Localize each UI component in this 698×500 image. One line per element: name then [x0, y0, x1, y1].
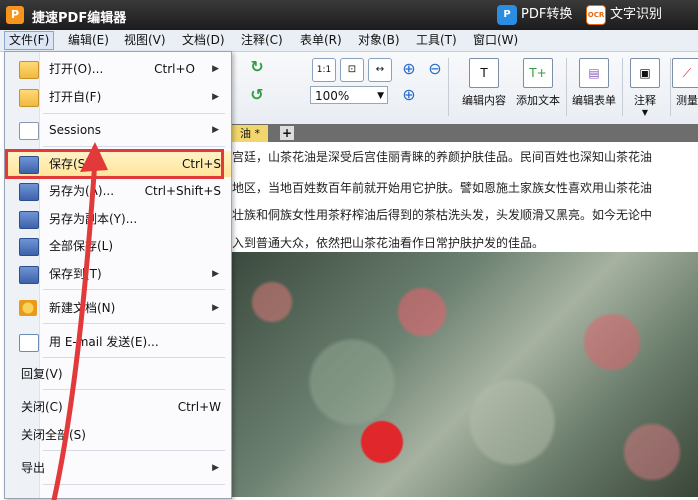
document-text-line: 壮族和侗族女性用茶籽榨油后得到的茶枯洗头发，头发顺滑又黑亮。如今无论中 [232, 208, 653, 222]
document-text-line: 入到普通大众，依然把山茶花油看作日常护肤护发的佳品。 [232, 236, 545, 250]
measure-icon: ⟋ [672, 58, 698, 88]
folder-icon [19, 89, 39, 107]
add-text-button[interactable]: T+ 添加文本 [510, 58, 566, 118]
toolbar-separator [448, 58, 449, 116]
pdf-convert-label: PDF转换 [521, 7, 573, 22]
submenu-arrow-icon: ▶ [212, 92, 219, 102]
menu-edit[interactable]: 编辑(E) [64, 32, 113, 49]
menu-item-label: 打开自(F) [49, 90, 102, 104]
add-text-label: 添加文本 [516, 94, 560, 107]
menu-item-shortcut: Ctrl+W [177, 400, 221, 414]
rotate-cw-icon[interactable]: ↻ [246, 56, 268, 78]
document-tab-bar: 油 * + [232, 124, 698, 142]
edit-form-button[interactable]: ▤ 编辑表单 [566, 58, 622, 118]
ocr-icon: OCR [586, 5, 606, 25]
annotate-button[interactable]: ▣ 注释 ▼ [624, 58, 666, 118]
submenu-arrow-icon: ▶ [212, 125, 219, 135]
fit-width-icon[interactable]: ↔ [368, 58, 392, 82]
ocr-button[interactable]: OCR 文字识别 [586, 5, 662, 25]
measure-label: 测量 [676, 94, 698, 107]
folder-open-icon [19, 61, 39, 79]
edit-form-label: 编辑表单 [572, 94, 616, 107]
pdf-convert-icon: P [497, 5, 517, 25]
annotate-label: 注释 [634, 94, 656, 107]
chevron-down-icon: ▼ [641, 108, 649, 117]
zoom-in-icon[interactable]: ⊕ [398, 58, 420, 80]
document-page: 宫廷，山茶花油是深受后宫佳丽青睐的养颜护肤佳品。民间百姓也深知山茶花油 地区，当… [232, 142, 698, 497]
document-text-line: 地区，当地百姓数百年前就开始用它护肤。譬如恩施土家族女性喜欢用山茶花油 [232, 181, 653, 195]
menu-file[interactable]: 文件(F) [4, 31, 55, 50]
fit-page-icon[interactable]: ⊡ [340, 58, 364, 82]
zoom-plus-icon[interactable]: ⊕ [398, 84, 420, 106]
submenu-arrow-icon: ▶ [212, 269, 219, 279]
menu-item-shortcut: Ctrl+O [154, 62, 195, 76]
window-title: 捷速PDF编辑器 [32, 11, 127, 26]
menu-item-shortcut: Ctrl+Shift+S [144, 184, 221, 198]
add-text-icon: T+ [523, 58, 553, 88]
menu-document[interactable]: 文档(D) [178, 32, 229, 49]
toolbar-separator [670, 58, 671, 116]
save-to-icon [19, 266, 39, 284]
menu-tools[interactable]: 工具(T) [412, 32, 461, 49]
chevron-down-icon: ▼ [377, 91, 384, 101]
zoom-select[interactable]: 100% ▼ [310, 86, 388, 104]
app-logo-icon: P [6, 6, 24, 24]
edit-content-button[interactable]: T 编辑内容 [456, 58, 512, 118]
menu-form[interactable]: 表单(R) [296, 32, 346, 49]
edit-form-icon: ▤ [579, 58, 609, 88]
menu-comment[interactable]: 注释(C) [237, 32, 287, 49]
menu-object[interactable]: 对象(B) [354, 32, 404, 49]
title-bar: P 捷速PDF编辑器 P PDF转换 OCR 文字识别 [0, 0, 698, 30]
submenu-arrow-icon: ▶ [212, 463, 219, 473]
toolbar-separator [622, 58, 623, 116]
document-text-line: 宫廷，山茶花油是深受后宫佳丽青睐的养颜护肤佳品。民间百姓也深知山茶花油 [232, 150, 653, 164]
edit-content-label: 编辑内容 [462, 94, 506, 107]
menu-separator [43, 113, 225, 114]
menu-item-label: 打开(O)... [49, 62, 104, 76]
menu-bar: 文件(F) 编辑(E) 视图(V) 文档(D) 注释(C) 表单(R) 对象(B… [0, 30, 698, 52]
document-tab[interactable]: 油 * [232, 125, 268, 142]
toolbar: ↻ ↺ 1:1 ⊡ ↔ 100% ▼ ⊕ ⊖ ⊕ T 编辑内容 T+ 添加文本 ▤… [232, 52, 698, 125]
save-all-icon [19, 238, 39, 256]
red-arrow-annotation [51, 142, 108, 500]
menu-item-open-from[interactable]: 打开自(F) ▶ [5, 84, 231, 110]
annotate-icon: ▣ [630, 58, 660, 88]
actual-size-icon[interactable]: 1:1 [312, 58, 336, 82]
email-icon [19, 334, 39, 352]
zoom-out-icon[interactable]: ⊖ [424, 58, 446, 80]
measure-button[interactable]: ⟋ 测量 [672, 58, 698, 118]
menu-view[interactable]: 视图(V) [120, 32, 170, 49]
ocr-label: 文字识别 [610, 7, 663, 22]
menu-item-open[interactable]: 打开(O)... Ctrl+O ▶ [5, 56, 231, 82]
submenu-arrow-icon: ▶ [212, 64, 219, 74]
new-tab-button[interactable]: + [280, 126, 294, 140]
menu-window[interactable]: 窗口(W) [469, 32, 522, 49]
save-as-icon [19, 183, 39, 201]
new-document-icon [19, 300, 37, 316]
zoom-value: 100% [315, 89, 350, 103]
save-copy-icon [19, 211, 39, 229]
rotate-ccw-icon[interactable]: ↺ [246, 84, 268, 106]
submenu-arrow-icon: ▶ [212, 303, 219, 313]
edit-content-icon: T [469, 58, 499, 88]
camellia-photo [232, 252, 698, 497]
pdf-convert-button[interactable]: P PDF转换 [497, 5, 572, 25]
sessions-icon [19, 122, 39, 140]
